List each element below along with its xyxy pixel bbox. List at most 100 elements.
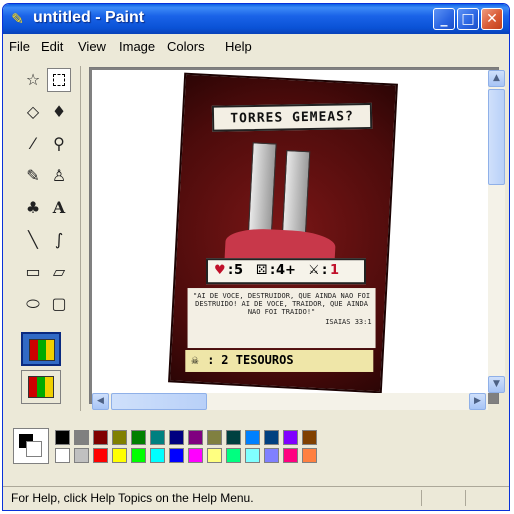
- current-colors[interactable]: [13, 428, 49, 464]
- vertical-scrollbar[interactable]: ▲ ▼: [488, 70, 505, 393]
- close-button[interactable]: ✕: [481, 8, 503, 30]
- color-swatch[interactable]: [74, 448, 89, 463]
- card-quote: "AI DE VOCE, DESTRUIDOR, QUE AINDA NAO F…: [193, 292, 371, 317]
- title-bar[interactable]: ✎ untitled - Paint _ □ ✕: [3, 4, 509, 34]
- canvas-area: TORRES GEMEAS? ♥ : 5 ⚄ : 4+ ⚔ : 1 "AI DE…: [89, 67, 505, 410]
- menu-bar: File Edit View Image Colors Help: [3, 36, 509, 56]
- color-swatch[interactable]: [55, 430, 70, 445]
- attack-label: :: [322, 263, 328, 279]
- transparent-option-icon: [28, 376, 54, 398]
- color-swatch[interactable]: [169, 448, 184, 463]
- opaque-option-button[interactable]: [21, 332, 61, 366]
- stat-attack: 1: [330, 263, 340, 279]
- color-swatch[interactable]: [226, 430, 241, 445]
- vertical-scroll-thumb[interactable]: [488, 89, 505, 185]
- status-help-text: For Help, click Help Topics on the Help …: [11, 491, 254, 505]
- maximize-button[interactable]: □: [457, 8, 479, 30]
- select-icon[interactable]: [47, 68, 71, 92]
- scroll-down-button[interactable]: ▼: [488, 376, 505, 393]
- background-color: [26, 441, 42, 457]
- color-swatch[interactable]: [264, 430, 279, 445]
- menu-help[interactable]: Help: [225, 39, 252, 54]
- ellipse-icon[interactable]: ⬭: [21, 292, 45, 316]
- scroll-up-button[interactable]: ▲: [488, 70, 505, 87]
- polygon-icon[interactable]: ▱: [47, 260, 71, 284]
- scroll-left-button[interactable]: ◀: [92, 393, 109, 410]
- brush-icon[interactable]: ♙: [47, 164, 71, 188]
- pencil-icon[interactable]: ✎: [21, 164, 45, 188]
- transparent-option-button[interactable]: [21, 370, 61, 404]
- card-reward: 2 TESOUROS: [221, 352, 294, 367]
- color-swatch[interactable]: [93, 448, 108, 463]
- free-form-select-icon[interactable]: ☆: [21, 68, 45, 92]
- color-swatch[interactable]: [245, 448, 260, 463]
- color-swatch[interactable]: [283, 448, 298, 463]
- color-swatch[interactable]: [188, 430, 203, 445]
- card-title: TORRES GEMEAS?: [230, 109, 354, 127]
- color-swatch[interactable]: [283, 430, 298, 445]
- quote-box: "AI DE VOCE, DESTRUIDOR, QUE AINDA NAO F…: [187, 288, 376, 349]
- color-swatch[interactable]: [150, 430, 165, 445]
- color-swatch[interactable]: [188, 448, 203, 463]
- card-quote-ref: ISAIAS 33:1: [325, 318, 372, 327]
- airbrush-icon[interactable]: ♣: [21, 196, 45, 220]
- scroll-right-button[interactable]: ▶: [469, 393, 486, 410]
- skull-icon: ☠: [191, 352, 199, 367]
- color-swatch[interactable]: [302, 430, 317, 445]
- color-swatch[interactable]: [150, 448, 165, 463]
- menu-file[interactable]: File: [9, 39, 30, 54]
- color-swatch[interactable]: [207, 448, 222, 463]
- dice-icon: ⚄: [256, 263, 268, 279]
- color-swatch[interactable]: [74, 430, 89, 445]
- toolbox: ☆ ◇ ♦ ⁄ ⚲ ✎ ♙ ♣ A ╲ ∫ ▭ ▱ ⬭ ▢: [7, 66, 81, 411]
- line-icon[interactable]: ╲: [21, 228, 45, 252]
- opaque-option-icon: [29, 339, 55, 361]
- window-title: untitled - Paint: [33, 9, 145, 26]
- reward-box: ☠ : 2 TESOUROS: [185, 349, 374, 372]
- color-palette: [13, 426, 343, 472]
- color-swatch[interactable]: [112, 448, 127, 463]
- paint-app-icon[interactable]: ✎: [9, 10, 26, 28]
- drawing-canvas[interactable]: TORRES GEMEAS? ♥ : 5 ⚄ : 4+ ⚔ : 1 "AI DE…: [92, 70, 488, 393]
- color-swatch[interactable]: [226, 448, 241, 463]
- color-swatch[interactable]: [112, 430, 127, 445]
- color-swatch[interactable]: [207, 430, 222, 445]
- attack-icon: ⚔: [308, 263, 320, 279]
- stats-box: ♥ : 5 ⚄ : 4+ ⚔ : 1: [206, 258, 367, 285]
- horizontal-scrollbar[interactable]: ◀ ▶: [92, 393, 488, 410]
- color-swatch[interactable]: [93, 430, 108, 445]
- card-image: TORRES GEMEAS? ♥ : 5 ⚄ : 4+ ⚔ : 1 "AI DE…: [168, 72, 398, 393]
- status-divider: [421, 490, 422, 506]
- stat-dice: 4+: [276, 263, 296, 279]
- color-swatch[interactable]: [264, 448, 279, 463]
- color-swatch[interactable]: [169, 430, 184, 445]
- text-icon[interactable]: A: [47, 196, 71, 220]
- rounded-rectangle-icon[interactable]: ▢: [47, 292, 71, 316]
- minimize-button[interactable]: _: [433, 8, 455, 30]
- color-swatch[interactable]: [245, 430, 260, 445]
- color-swatch[interactable]: [302, 448, 317, 463]
- heart-icon: ♥: [214, 263, 226, 279]
- status-divider: [465, 490, 466, 506]
- stat-health: 5: [234, 263, 244, 279]
- color-swatch[interactable]: [55, 448, 70, 463]
- pick-color-icon[interactable]: ⁄: [21, 132, 45, 156]
- eraser-icon[interactable]: ◇: [21, 100, 45, 124]
- menu-view[interactable]: View: [78, 39, 106, 54]
- menu-colors[interactable]: Colors: [167, 39, 205, 54]
- magnifier-icon[interactable]: ⚲: [47, 132, 71, 156]
- paint-window: ✎ untitled - Paint _ □ ✕ File Edit View …: [2, 3, 510, 511]
- card-title-box: TORRES GEMEAS?: [211, 102, 373, 132]
- menu-image[interactable]: Image: [119, 39, 155, 54]
- reward-label: :: [207, 352, 215, 367]
- status-bar: For Help, click Help Topics on the Help …: [3, 486, 509, 508]
- health-label: :: [228, 263, 234, 279]
- color-swatch[interactable]: [131, 448, 146, 463]
- curve-icon[interactable]: ∫: [47, 228, 71, 252]
- rectangle-icon[interactable]: ▭: [21, 260, 45, 284]
- color-swatch[interactable]: [131, 430, 146, 445]
- fill-icon[interactable]: ♦: [47, 100, 71, 124]
- horizontal-scroll-thumb[interactable]: [111, 393, 207, 410]
- menu-edit[interactable]: Edit: [41, 39, 63, 54]
- dice-label: :: [270, 263, 276, 279]
